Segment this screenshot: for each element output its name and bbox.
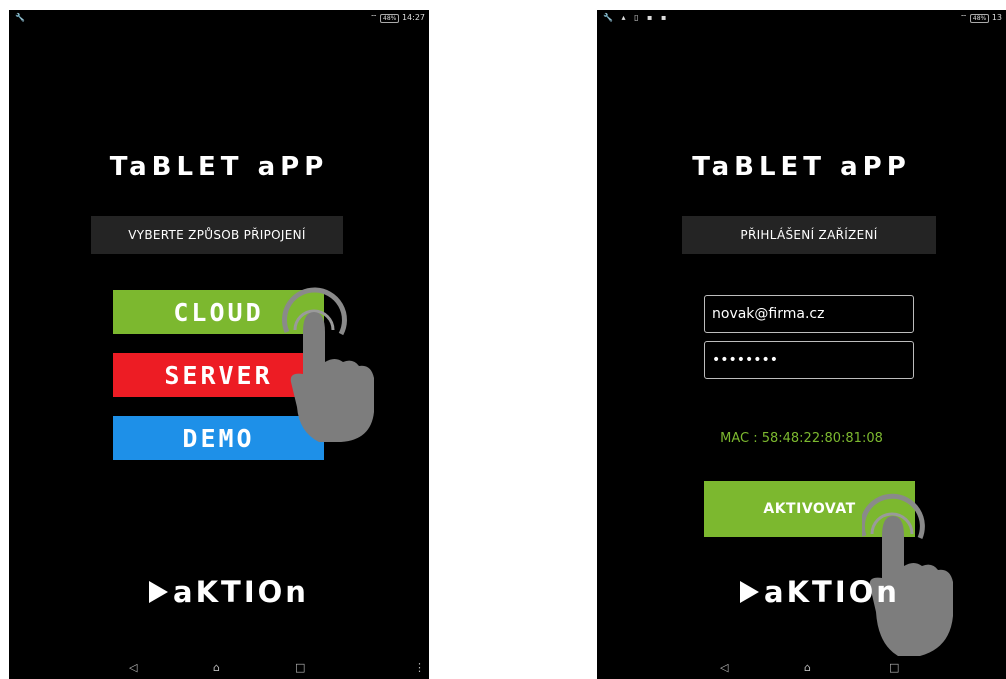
play-icon [149,581,168,603]
battery-icon: 48% [969,14,990,23]
status-bar: 🔧 ⌔ 48% 14:27 [9,10,429,26]
home-icon[interactable]: ⌂ [213,661,220,674]
hand-pointer-icon [282,287,374,442]
wifi-icon: ⌔ [369,13,378,22]
recents-icon[interactable]: □ [295,661,305,674]
wrench-icon: 🔧 [15,13,28,22]
wifi-icon: ⌔ [959,13,968,22]
app-title: TaBLET aPP [109,152,329,182]
aktion-logo: aKTIOn [149,575,309,609]
app-title: TaBLET aPP [692,152,911,182]
password-field[interactable]: •••••••• [704,341,914,379]
status-bar: 🔧 ▴ ▯ ▪ ▪ ⌔ 48% 13 [597,10,1006,26]
tablet-screen-connection: 🔧 ⌔ 48% 14:27 TaBLET aPP VYBERTE ZPŮSOB … [9,10,429,679]
notification-icons: 🔧 ▴ ▯ ▪ ▪ [603,13,670,22]
recents-icon[interactable]: □ [889,661,899,674]
connection-heading: VYBERTE ZPŮSOB PŘIPOJENÍ [91,216,343,254]
login-heading: PŘIHLÁŠENÍ ZAŘÍZENÍ [682,216,936,254]
email-field[interactable]: novak@firma.cz [704,295,914,333]
menu-icon[interactable]: ⋮ [414,661,425,674]
play-icon [740,581,759,603]
back-icon[interactable]: ◁ [720,661,728,674]
back-icon[interactable]: ◁ [129,661,137,674]
status-right: ⌔ 48% 14:27 [370,13,425,23]
status-right: ⌔ 48% 13 [960,13,1002,23]
hand-pointer-icon [862,493,953,656]
home-icon[interactable]: ⌂ [804,661,811,674]
clock: 13 [991,13,1002,22]
navigation-bar: ◁ ⌂ □ [597,660,1006,679]
clock: 14:27 [401,13,425,22]
tablet-screen-login: 🔧 ▴ ▯ ▪ ▪ ⌔ 48% 13 TaBLET aPP PŘIHLÁŠENÍ… [597,10,1006,679]
battery-icon: 48% [380,14,400,23]
navigation-bar: ◁ ⌂ □ ⋮ [9,660,429,679]
mac-address: MAC : 58:48:22:80:81:08 [720,431,883,446]
aktion-logo: aKTIOn [740,575,900,609]
